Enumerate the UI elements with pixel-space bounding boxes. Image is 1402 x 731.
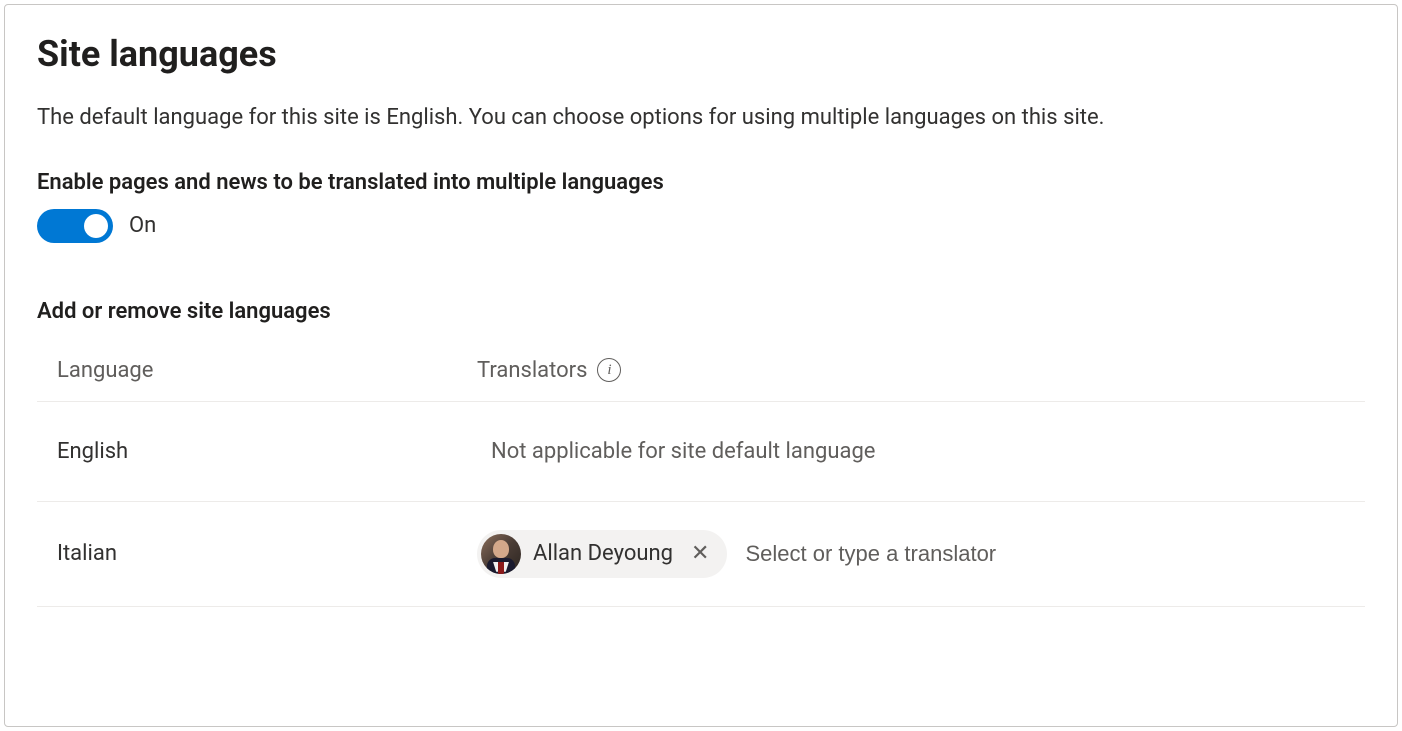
toggle-knob xyxy=(84,214,108,238)
languages-heading: Add or remove site languages xyxy=(37,299,1365,324)
close-icon[interactable]: ✕ xyxy=(685,543,715,565)
table-row: English Not applicable for site default … xyxy=(37,402,1365,502)
languages-table: Language Translators i English Not appli… xyxy=(37,344,1365,607)
toggle-section-label: Enable pages and news to be translated i… xyxy=(37,170,1365,195)
info-icon[interactable]: i xyxy=(597,358,621,382)
toggle-row: On xyxy=(37,209,1365,243)
translators-cell-italian: Allan Deyoung ✕ xyxy=(477,530,1345,578)
site-languages-panel: Site languages The default language for … xyxy=(4,4,1398,727)
translator-input[interactable] xyxy=(741,535,1345,573)
avatar xyxy=(481,534,521,574)
column-header-translators-wrap: Translators i xyxy=(477,358,1345,383)
table-header: Language Translators i xyxy=(37,344,1365,402)
not-applicable-text: Not applicable for site default language xyxy=(477,439,875,464)
toggle-state-label: On xyxy=(129,213,156,238)
language-cell-italian: Italian xyxy=(57,541,477,566)
translator-chip[interactable]: Allan Deyoung ✕ xyxy=(477,530,727,578)
translation-toggle[interactable] xyxy=(37,209,113,243)
column-header-language: Language xyxy=(57,358,477,383)
column-header-translators: Translators xyxy=(477,358,587,383)
language-cell-english: English xyxy=(57,439,477,464)
translators-cell-english: Not applicable for site default language xyxy=(477,439,1345,464)
page-description: The default language for this site is En… xyxy=(37,103,1365,134)
translator-name: Allan Deyoung xyxy=(533,541,673,566)
page-title: Site languages xyxy=(37,33,1365,75)
table-row: Italian Allan Deyoung ✕ xyxy=(37,502,1365,607)
